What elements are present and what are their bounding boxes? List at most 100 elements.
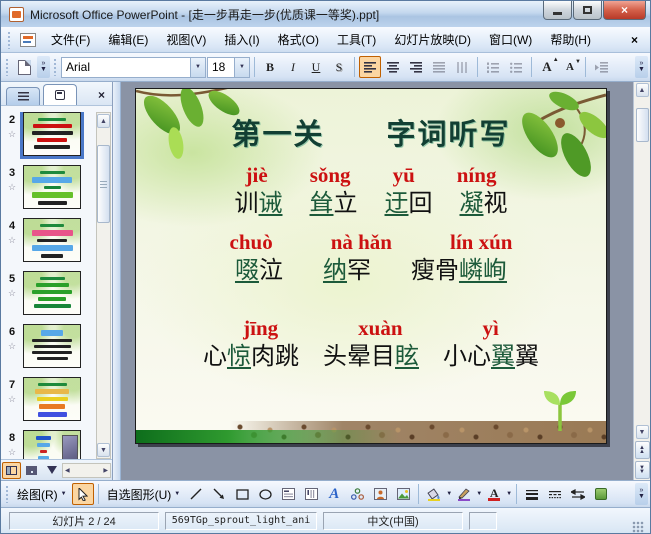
- scroll-down-button[interactable]: ▼: [97, 443, 110, 457]
- fill-color-dropdown[interactable]: ▼: [446, 491, 452, 497]
- text-box-button[interactable]: [277, 483, 299, 505]
- panel-horizontal-scrollbar[interactable]: ◀ ▶: [62, 462, 111, 478]
- numbered-list-button[interactable]: [482, 56, 504, 78]
- thumbnails-scrollbar[interactable]: ▲ ▼: [96, 112, 111, 459]
- increase-font-size-button[interactable]: A ▲: [536, 56, 558, 78]
- slide-thumbnail-image[interactable]: [23, 165, 81, 209]
- line-color-button[interactable]: [453, 483, 475, 505]
- arrow-tool-button[interactable]: [208, 483, 230, 505]
- insert-diagram-button[interactable]: [346, 483, 368, 505]
- toolbar-grip[interactable]: [5, 58, 10, 76]
- decrease-font-size-button[interactable]: A ▼: [559, 56, 581, 78]
- scrollbar-thumb[interactable]: [635, 108, 649, 142]
- normal-view-button[interactable]: [2, 461, 21, 479]
- insert-clipart-button[interactable]: [369, 483, 391, 505]
- select-objects-button[interactable]: [71, 483, 94, 505]
- rectangle-tool-button[interactable]: [231, 483, 253, 505]
- menu-item[interactable]: 窗口(W): [480, 27, 541, 52]
- shadow-style-button[interactable]: [590, 483, 612, 505]
- slide-thumbnail[interactable]: 5 ☆: [3, 271, 96, 315]
- toolbar-grip[interactable]: [7, 30, 12, 49]
- slide-scrollbar[interactable]: ▲ ▼ ▲ ▲ ▼ ▼: [633, 82, 650, 480]
- scroll-right-button[interactable]: ▶: [103, 467, 108, 474]
- toolbar-grip[interactable]: [53, 58, 58, 76]
- new-slide-button[interactable]: [13, 56, 35, 78]
- font-dropdown-arrow[interactable]: ▼: [190, 57, 205, 77]
- slide-sorter-view-button[interactable]: [22, 462, 41, 479]
- resize-grip[interactable]: [632, 521, 644, 533]
- slide-thumbnail[interactable]: 8 ☆: [3, 430, 96, 459]
- slide-canvas[interactable]: 第一关 字词听写 jiè sǒng yū níng 训诫 耸立 迂回 凝视 chuò nà hǎn…: [135, 88, 607, 444]
- tab-slides[interactable]: [43, 84, 77, 105]
- arrow-style-button[interactable]: [567, 483, 589, 505]
- scroll-left-button[interactable]: ◀: [65, 467, 70, 474]
- text-direction-button[interactable]: [451, 56, 473, 78]
- language-indicator[interactable]: 中文(中国): [323, 511, 463, 530]
- fill-color-button[interactable]: [423, 483, 445, 505]
- insert-wordart-button[interactable]: A: [323, 483, 345, 505]
- toolbar-overflow-button[interactable]: » ▼: [635, 483, 648, 505]
- menu-item[interactable]: 编辑(E): [99, 27, 157, 52]
- slide-thumbnail[interactable]: 6 ☆: [3, 324, 96, 368]
- slide-thumbnail-image[interactable]: [20, 112, 84, 159]
- underline-button[interactable]: U: [305, 56, 327, 78]
- tab-outline[interactable]: [6, 87, 40, 105]
- slide-thumbnail-image[interactable]: [23, 324, 81, 368]
- menu-item[interactable]: 工具(T): [328, 27, 385, 52]
- bold-button[interactable]: B: [259, 56, 281, 78]
- toolbar-options-button[interactable]: » ▼: [37, 56, 50, 78]
- word-group[interactable]: chuò nà hǎn lín xún 啜泣 纳罕 瘦骨嶙峋: [230, 230, 513, 288]
- font-size-combobox[interactable]: 18 ▼: [207, 56, 250, 78]
- menu-item[interactable]: 帮助(H): [541, 27, 600, 52]
- line-color-dropdown[interactable]: ▼: [476, 491, 482, 497]
- draw-menu-button[interactable]: 绘图(R) ▼: [13, 483, 71, 506]
- menu-item[interactable]: 幻灯片放映(D): [385, 27, 480, 52]
- align-center-button[interactable]: [382, 56, 404, 78]
- word-group[interactable]: jiè sǒng yū níng 训诫 耸立 迂回 凝视: [235, 163, 508, 221]
- slide-thumbnail-image[interactable]: [23, 271, 81, 315]
- slide-thumbnail[interactable]: 7 ☆: [3, 377, 96, 421]
- distribute-button[interactable]: [428, 56, 450, 78]
- font-color-dropdown[interactable]: ▼: [506, 491, 512, 497]
- slideshow-view-button[interactable]: [42, 462, 61, 479]
- close-button[interactable]: ×: [603, 1, 646, 20]
- menu-item[interactable]: 插入(I): [215, 27, 268, 52]
- panel-close-button[interactable]: ×: [98, 88, 110, 105]
- text-shadow-button[interactable]: S: [328, 56, 350, 78]
- slide-thumbnail-image[interactable]: [23, 377, 81, 421]
- menubar-close-button[interactable]: ×: [623, 31, 646, 49]
- oval-tool-button[interactable]: [254, 483, 276, 505]
- size-dropdown-arrow[interactable]: ▼: [234, 57, 249, 77]
- scroll-down-button[interactable]: ▼: [635, 425, 649, 439]
- slide-thumbnail[interactable]: 3 ☆: [3, 165, 96, 209]
- design-template-name[interactable]: 569TGp_sprout_light_ani: [165, 511, 317, 530]
- slide-thumbnail[interactable]: 4 ☆: [3, 218, 96, 262]
- dash-style-button[interactable]: [544, 483, 566, 505]
- slide-thumbnail-image[interactable]: [23, 218, 81, 262]
- scrollbar-thumb[interactable]: [97, 145, 110, 223]
- minimize-button[interactable]: [543, 1, 572, 20]
- menu-item[interactable]: 视图(V): [157, 27, 215, 52]
- toolbar-grip[interactable]: [5, 485, 10, 503]
- line-style-button[interactable]: [521, 483, 543, 505]
- menu-item[interactable]: 格式(O): [269, 27, 328, 52]
- align-left-button[interactable]: [359, 56, 381, 78]
- panel-splitter[interactable]: [113, 82, 121, 480]
- toolbar-overflow-button[interactable]: » ▼: [635, 56, 648, 78]
- maximize-button[interactable]: [573, 1, 602, 20]
- scroll-up-button[interactable]: ▲: [635, 83, 649, 97]
- align-right-button[interactable]: [405, 56, 427, 78]
- insert-picture-button[interactable]: [392, 483, 414, 505]
- font-color-button[interactable]: A: [483, 483, 505, 505]
- slide-thumbnail[interactable]: 2 ☆: [3, 112, 96, 159]
- next-slide-button[interactable]: ▼ ▼: [634, 461, 650, 479]
- previous-slide-button[interactable]: ▲ ▲: [634, 441, 650, 459]
- menu-item[interactable]: 文件(F): [42, 27, 99, 52]
- line-tool-button[interactable]: [185, 483, 207, 505]
- slide-thumbnail-image[interactable]: [23, 430, 81, 459]
- vertical-text-box-button[interactable]: [300, 483, 322, 505]
- slide-title[interactable]: 第一关 字词听写: [231, 111, 510, 153]
- scroll-up-button[interactable]: ▲: [97, 114, 110, 128]
- font-name-combobox[interactable]: Arial ▼: [61, 56, 206, 78]
- italic-button[interactable]: I: [282, 56, 304, 78]
